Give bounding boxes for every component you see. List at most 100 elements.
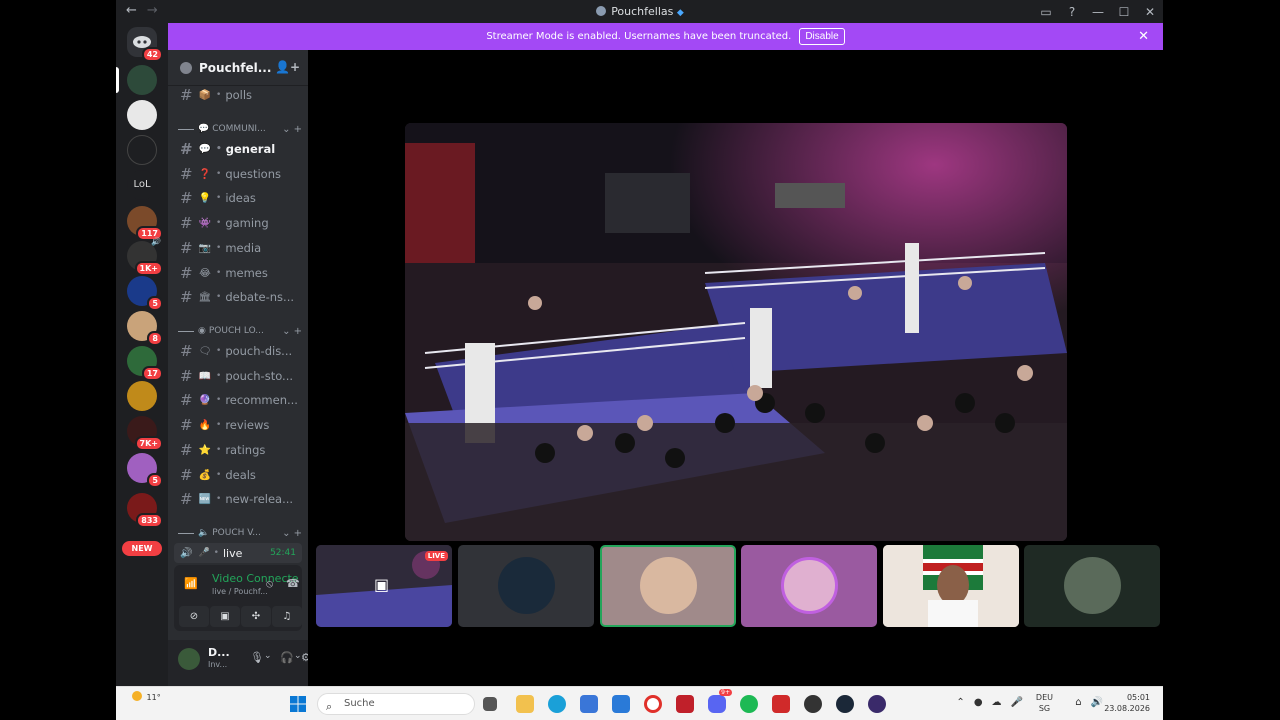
invite-icon[interactable]: 👤+ [275, 60, 300, 74]
channel-deals[interactable]: # 💰 • deals [174, 464, 302, 486]
channel-polls[interactable]: # 📦 • polls [174, 84, 302, 106]
channel-memes[interactable]: # 😂 • memes [174, 262, 302, 284]
participant-tile-3[interactable] [600, 545, 736, 627]
maximize-button[interactable]: ☐ [1111, 5, 1137, 19]
new-badge[interactable]: NEW [122, 541, 162, 556]
guild-header[interactable]: Pouchfel... ⌄ 👤+ [168, 50, 308, 86]
channel-label: ideas [225, 191, 256, 205]
guild-icon [180, 61, 192, 74]
screen-share-button[interactable]: ▣ [210, 606, 240, 627]
hash-icon: # [180, 490, 193, 508]
server-2[interactable] [127, 100, 157, 130]
disable-streamer-mode-button[interactable]: Disable [799, 28, 845, 45]
temperature: 11° [146, 693, 161, 702]
server-9[interactable]: 17 [127, 346, 163, 381]
windows-start-icon[interactable] [290, 696, 306, 712]
channel-media[interactable]: # 📷 • media [174, 237, 302, 259]
mcafee-icon[interactable] [676, 695, 694, 713]
channel-general[interactable]: # 💬 • general [174, 138, 302, 160]
channel-debate[interactable]: # 🏛 • debate-ns... [174, 286, 302, 308]
headphones-icon[interactable]: 🎧 [280, 651, 294, 664]
channel-reviews[interactable]: # 🔥 • reviews [174, 414, 302, 436]
noise-suppression-icon[interactable]: ⦸ [266, 577, 273, 591]
channel-pouch-stories[interactable]: # 📖 • pouch-sto... [174, 365, 302, 387]
category-actions[interactable]: ⌄ + [282, 528, 302, 539]
category-community[interactable]: 💬 COMMUNI... ⌄ + [178, 122, 302, 136]
signal-icon: 📶 [184, 577, 198, 590]
chevron-up-icon[interactable]: ⌃ [956, 697, 964, 708]
app-purple-icon[interactable] [868, 695, 886, 713]
channel-pouch-discussion[interactable]: # 🗨 • pouch-dis... [174, 340, 302, 362]
discord-taskbar-icon[interactable]: 9+ [708, 689, 732, 713]
user-panel: D... Inv... 🎙 ⌄ 🎧 ⌄ ⚙ [168, 640, 308, 686]
soundboard-button[interactable]: ♫ [272, 606, 302, 627]
minimize-button[interactable]: — [1085, 5, 1111, 19]
inbox-icon[interactable]: ▭ [1033, 5, 1059, 19]
channel-recommendations[interactable]: # 🔮 • recommen... [174, 389, 302, 411]
camera-off-button[interactable]: ⊘ [179, 606, 209, 627]
server-3[interactable] [127, 135, 157, 165]
weather-widget[interactable]: 11° [132, 691, 161, 702]
voice-location[interactable]: live / Pouchf... [212, 587, 268, 596]
outlook-icon[interactable] [612, 695, 630, 713]
store-icon[interactable] [580, 695, 598, 713]
wifi-icon[interactable]: ⌂ [1075, 697, 1081, 708]
avatar[interactable] [178, 648, 200, 670]
close-window-button[interactable]: ✕ [1137, 5, 1163, 19]
participant-tile-5-camera[interactable] [883, 545, 1019, 627]
participant-tile-6[interactable] [1024, 545, 1160, 627]
server-12[interactable]: 5 [127, 453, 163, 488]
language-indicator[interactable]: DEU SG [1036, 692, 1053, 714]
taskbar-search[interactable]: ⌕ Suche [317, 693, 475, 715]
edge-browser-icon[interactable] [548, 695, 566, 713]
opera-icon[interactable] [644, 695, 662, 713]
server-10[interactable] [127, 381, 157, 411]
main-stream-video[interactable] [405, 123, 1067, 541]
microphone-tray-icon[interactable]: 🎤 [1011, 697, 1023, 708]
voice-channel-live[interactable]: 🔊 🎤 • live 52:41 [174, 543, 302, 563]
channel-new-releases[interactable]: # 🆕 • new-relea... [174, 488, 302, 510]
app-dark-icon[interactable] [804, 695, 822, 713]
activities-button[interactable]: ✣ [241, 606, 271, 627]
close-banner-icon[interactable]: ✕ [1138, 29, 1149, 44]
disconnect-icon[interactable]: ☎ [286, 577, 300, 590]
category-actions[interactable]: ⌄ + [282, 326, 302, 337]
volume-icon[interactable]: 🔊 [1091, 697, 1103, 708]
server-6[interactable]: 🔊 1K+ [127, 237, 163, 276]
server-11[interactable]: 7K+ [127, 416, 163, 451]
server-5[interactable]: 117 [127, 206, 163, 241]
category-pouch-voice[interactable]: 🔈 POUCH V... ⌄ + [178, 526, 302, 540]
participant-tile-2[interactable] [458, 545, 594, 627]
steam-icon[interactable] [836, 695, 854, 713]
tray-network-icon[interactable]: ☁ [992, 697, 1002, 708]
server-lol[interactable]: LoL [127, 170, 157, 200]
channel-ratings[interactable]: # ⭐ • ratings [174, 439, 302, 461]
clock[interactable]: 05:01 23.08.2026 [1104, 692, 1150, 714]
chevron-down-icon[interactable]: ⌄ [264, 651, 272, 661]
category-pouch-lounge[interactable]: ◉ POUCH LO... ⌄ + [178, 324, 302, 338]
server-7[interactable]: 5 [127, 276, 163, 311]
channel-ideas[interactable]: # 💡 • ideas [174, 187, 302, 209]
microphone-icon[interactable]: 🎙 [250, 651, 264, 664]
server-8[interactable]: 8 [127, 311, 163, 346]
settings-gear-icon[interactable]: ⚙ [301, 651, 308, 664]
tray-app-icon[interactable]: ● [974, 697, 983, 708]
help-icon[interactable]: ? [1059, 5, 1085, 19]
task-view-icon[interactable] [483, 697, 497, 711]
file-explorer-icon[interactable] [516, 695, 534, 713]
unread-badge: 8 [147, 331, 163, 346]
unread-badge: 7K+ [134, 436, 163, 451]
app-red-icon[interactable] [772, 695, 790, 713]
home-button[interactable]: 42 [127, 27, 163, 62]
category-actions[interactable]: ⌄ + [282, 124, 302, 135]
channel-questions[interactable]: # ❓ • questions [174, 163, 302, 185]
server-13[interactable]: 833 [127, 493, 163, 528]
channel-emoji: 😂 [199, 267, 211, 279]
username[interactable]: D... [208, 646, 230, 659]
server-pouchfellas[interactable] [127, 65, 157, 95]
screen-share-icon: ▣ [374, 575, 390, 594]
spotify-icon[interactable] [740, 695, 758, 713]
participant-tile-stream[interactable]: LIVE ▣ [316, 545, 452, 627]
channel-gaming[interactable]: # 👾 • gaming [174, 212, 302, 234]
participant-tile-4[interactable] [741, 545, 877, 627]
